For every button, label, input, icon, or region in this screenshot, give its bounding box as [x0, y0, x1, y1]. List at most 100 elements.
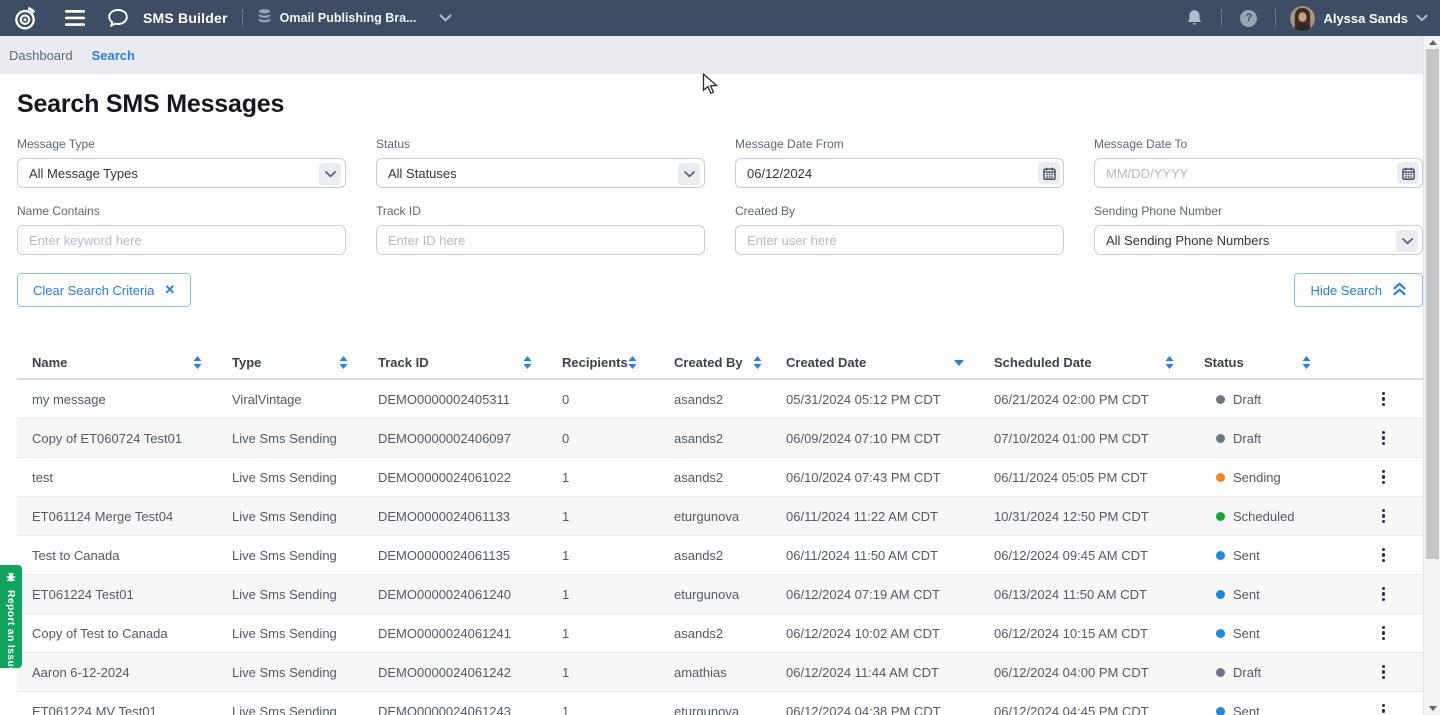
row-actions-kebab-button[interactable] [1374, 504, 1393, 529]
column-label: Name [32, 355, 67, 370]
cell-status: Sent [1204, 548, 1341, 563]
column-header-recipients[interactable]: Recipients [562, 355, 674, 370]
nav-divider [242, 9, 243, 27]
brand-selector[interactable]: Omail Publishing Bra... [257, 8, 452, 29]
sending-phone-select[interactable]: All Sending Phone Numbers [1094, 225, 1423, 255]
sort-desc-icon[interactable] [954, 360, 964, 366]
app-title: SMS Builder [143, 10, 228, 26]
column-header-created_date[interactable]: Created Date [786, 355, 994, 370]
sort-icon[interactable] [753, 356, 762, 369]
column-header-scheduled_date[interactable]: Scheduled Date [994, 355, 1204, 370]
table-row[interactable]: Copy of Test to CanadaLive Sms SendingDE… [17, 614, 1426, 653]
column-label: Created Date [786, 355, 866, 370]
status-label: Sent [1233, 626, 1260, 641]
breadcrumb-dashboard[interactable]: Dashboard [9, 48, 73, 63]
cell-track-id: DEMO0000002406097 [378, 431, 562, 446]
table-row[interactable]: Aaron 6-12-2024Live Sms SendingDEMO00000… [17, 653, 1426, 692]
filter-name-contains: Name Contains [17, 204, 346, 255]
message-type-value: All Message Types [29, 166, 138, 181]
sort-icon[interactable] [1302, 356, 1311, 369]
filter-date-from: Message Date From [735, 137, 1064, 188]
table-row[interactable]: ET061224 MV Test01Live Sms SendingDEMO00… [17, 692, 1426, 715]
row-actions-kebab-button[interactable] [1374, 660, 1393, 685]
cell-type: Live Sms Sending [232, 470, 378, 485]
row-actions-kebab-button[interactable] [1374, 426, 1393, 451]
table-row[interactable]: ET061224 Test01Live Sms SendingDEMO00000… [17, 575, 1426, 614]
status-dot-icon [1216, 395, 1225, 404]
column-header-type[interactable]: Type [232, 355, 378, 370]
name-contains-input[interactable] [17, 225, 346, 255]
scrollbar-up-arrow-icon[interactable] [1424, 36, 1440, 49]
cell-created-date: 06/10/2024 07:43 PM CDT [786, 470, 994, 485]
track-id-input[interactable] [376, 225, 705, 255]
cell-created-by: amathias [674, 665, 786, 680]
row-actions-kebab-button[interactable] [1374, 465, 1393, 490]
calendar-icon[interactable] [1397, 162, 1419, 184]
column-label: Status [1204, 355, 1244, 370]
hamburger-menu-icon[interactable] [61, 6, 89, 30]
help-icon[interactable]: ? [1236, 6, 1261, 31]
sort-icon[interactable] [628, 356, 637, 369]
cell-type: Live Sms Sending [232, 509, 378, 524]
sort-icon[interactable] [193, 356, 202, 369]
sort-icon[interactable] [1165, 356, 1174, 369]
notifications-bell-icon[interactable] [1182, 5, 1207, 31]
scrollbar-down-arrow-icon[interactable] [1424, 702, 1440, 715]
row-actions-kebab-button[interactable] [1374, 543, 1393, 568]
cell-created-by: eturgunova [674, 704, 786, 715]
cell-created-by: eturgunova [674, 509, 786, 524]
cell-created-by: asands2 [674, 392, 786, 407]
clear-search-criteria-button[interactable]: Clear Search Criteria ✕ [17, 273, 191, 307]
cell-track-id: DEMO0000002405311 [378, 392, 562, 407]
date-from-input[interactable] [735, 158, 1064, 188]
cell-type: Live Sms Sending [232, 587, 378, 602]
row-actions-kebab-button[interactable] [1374, 582, 1393, 607]
brand-name: Omail Publishing Bra... [280, 11, 417, 25]
date-from-label: Message Date From [735, 137, 1064, 151]
filter-created-by: Created By [735, 204, 1064, 255]
vertical-scrollbar[interactable] [1423, 36, 1440, 715]
cell-actions [1341, 582, 1426, 607]
column-header-created_by[interactable]: Created By [674, 355, 786, 370]
status-dot-icon [1216, 668, 1225, 677]
column-label: Recipients [562, 355, 628, 370]
column-header-status[interactable]: Status [1204, 355, 1341, 370]
double-chevron-up-icon [1392, 282, 1407, 299]
table-row[interactable]: my messageViralVintageDEMO00000024053110… [17, 380, 1426, 419]
scrollbar-thumb[interactable] [1426, 49, 1439, 559]
table-row[interactable]: Test to CanadaLive Sms SendingDEMO000002… [17, 536, 1426, 575]
status-select[interactable]: All Statuses [376, 158, 705, 188]
breadcrumb-search[interactable]: Search [92, 48, 135, 63]
row-actions-kebab-button[interactable] [1374, 699, 1393, 715]
cell-name: ET061224 Test01 [17, 587, 232, 602]
hide-search-button[interactable]: Hide Search [1294, 273, 1423, 307]
report-an-issue-tab[interactable]: Report an Issue [0, 565, 22, 668]
created-by-input[interactable] [735, 225, 1064, 255]
message-type-select[interactable]: All Message Types [17, 158, 346, 188]
calendar-icon[interactable] [1038, 162, 1060, 184]
created-by-label: Created By [735, 204, 1064, 218]
cell-name: ET061224 MV Test01 [17, 704, 232, 715]
user-menu[interactable]: Alyssa Sands [1290, 6, 1428, 31]
app-logo-icon[interactable] [12, 5, 39, 32]
cell-status: Draft [1204, 665, 1341, 680]
date-to-input[interactable] [1094, 158, 1423, 188]
cell-name: test [17, 470, 232, 485]
column-header-name[interactable]: Name [17, 355, 232, 370]
cell-status: Sent [1204, 704, 1341, 715]
cell-name: ET061124 Merge Test04 [17, 509, 232, 524]
table-row[interactable]: Copy of ET060724 Test01Live Sms SendingD… [17, 419, 1426, 458]
cell-scheduled-date: 10/31/2024 12:50 PM CDT [994, 509, 1204, 524]
table-row[interactable]: testLive Sms SendingDEMO00000240610221as… [17, 458, 1426, 497]
sort-icon[interactable] [339, 356, 348, 369]
cell-actions [1341, 621, 1426, 646]
cell-track-id: DEMO0000024061135 [378, 548, 562, 563]
row-actions-kebab-button[interactable] [1374, 621, 1393, 646]
cell-name: Test to Canada [17, 548, 232, 563]
cell-created-date: 06/12/2024 07:19 AM CDT [786, 587, 994, 602]
row-actions-kebab-button[interactable] [1374, 387, 1393, 412]
table-row[interactable]: ET061124 Merge Test04Live Sms SendingDEM… [17, 497, 1426, 536]
cell-created-by: asands2 [674, 626, 786, 641]
column-header-track_id[interactable]: Track ID [378, 355, 562, 370]
sort-icon[interactable] [523, 356, 532, 369]
